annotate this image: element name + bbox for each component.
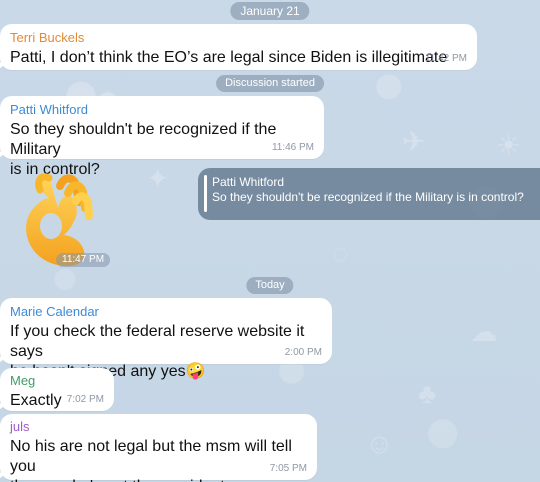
message-time: 2:00 PM (284, 347, 322, 358)
sender-name: Patti Whitford (10, 102, 89, 117)
background-pattern-icon: ☁ (470, 316, 498, 347)
message-time: 7:02 PM (66, 394, 104, 405)
message-bubble-patti[interactable]: Patti Whitford So they shouldn't be reco… (0, 96, 324, 178)
sender-name: Terri Buckels (10, 30, 85, 45)
message-bubble-terri[interactable]: Terri Buckels Patti, I don’t think the E… (0, 24, 477, 70)
sender-name: Marie Calendar (10, 304, 99, 319)
reply-indicator (204, 175, 207, 212)
message-bubble-marie[interactable]: Marie Calendar If you check the federal … (0, 298, 332, 380)
sender-name: Meg (10, 373, 36, 388)
message-time: 11:46 PM (271, 142, 314, 153)
reply-message-text: So they shouldn't be recognized if the M… (212, 190, 524, 204)
sender-name: juls (10, 419, 30, 434)
message-time: 11:42 PM (424, 53, 467, 64)
date-separator-january-21: January 21 (230, 2, 310, 20)
background-pattern-icon: ☺ (365, 428, 394, 459)
background-pattern-icon: ☀ (496, 130, 522, 161)
date-separator-today: Today (246, 277, 294, 294)
message-text: Patti, I don’t think the EO’s are legal … (10, 49, 448, 66)
message-bubble-juls[interactable]: juls No his are not legal but the msm wi… (0, 414, 317, 482)
message-text: No his are not legal but the msm will te… (10, 438, 292, 482)
background-pattern-icon: ♣ (418, 378, 437, 409)
message-time: 7:05 PM (269, 463, 307, 474)
emoji-message-time: 11:47 PM (56, 253, 111, 267)
background-pattern-icon: ✈ (402, 126, 426, 157)
reply-preview-bubble[interactable]: Patti Whitford So they shouldn't be reco… (198, 168, 540, 220)
message-bubble-meg[interactable]: Meg Exactly 7:02 PM (0, 368, 114, 411)
discussion-started-label: Discussion started (216, 75, 324, 92)
reply-sender-name: Patti Whitford (212, 175, 285, 189)
zany-face-emoji: 🤪 (185, 363, 206, 380)
background-pattern-icon: ◌ (332, 238, 349, 269)
